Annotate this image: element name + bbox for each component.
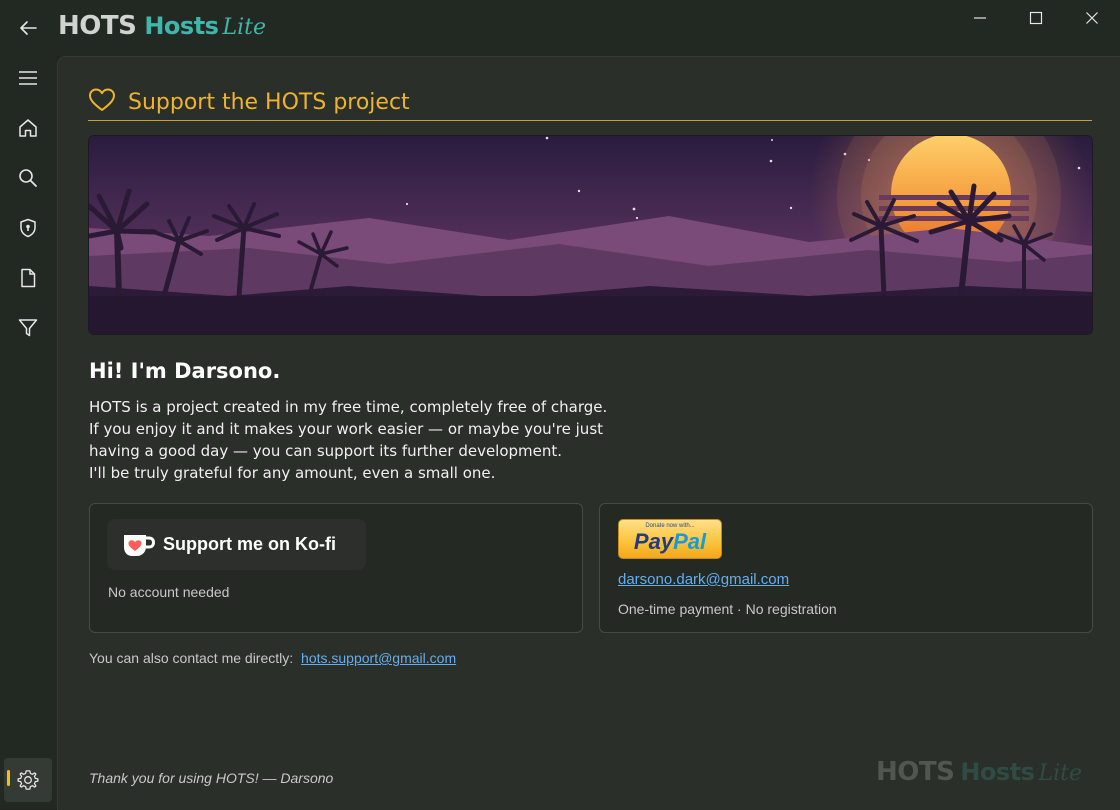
watermark-hosts: Hosts: [960, 758, 1035, 786]
main-content: Support the HOTS project Hi! I'm Darsono…: [57, 56, 1120, 810]
sidebar-menu-toggle[interactable]: [8, 58, 48, 98]
gear-icon: [17, 770, 39, 790]
back-button[interactable]: [14, 14, 42, 42]
close-button[interactable]: [1064, 0, 1120, 36]
watermark-logo: HOTS Hosts Lite: [876, 757, 1082, 787]
brand-hots: HOTS: [58, 11, 137, 41]
title-bar: HOTS Hosts Lite: [0, 0, 1120, 56]
active-indicator: [7, 770, 10, 786]
intro-line: having a good day — you can support its …: [89, 442, 563, 460]
kofi-note: No account needed: [108, 584, 230, 600]
maximize-icon: [1029, 11, 1043, 25]
sunset-illustration: [89, 136, 1092, 334]
shield-icon: [20, 218, 36, 238]
kofi-cup-icon: [124, 534, 155, 556]
app-logo: HOTS Hosts Lite: [58, 11, 266, 45]
intro-line: HOTS is a project created in my free tim…: [89, 398, 608, 416]
kofi-card: Support me on Ko-fi No account needed: [89, 503, 583, 633]
contact-email-link[interactable]: hots.support@gmail.com: [301, 650, 456, 666]
search-icon: [19, 169, 37, 187]
sidebar-item-security[interactable]: [8, 208, 48, 248]
intro-text: HOTS is a project created in my free tim…: [89, 396, 649, 484]
footer-thanks: Thank you for using HOTS! — Darsono: [89, 770, 334, 786]
minimize-icon: [974, 17, 986, 19]
paypal-donate-button[interactable]: Donate now with... PayPal: [618, 519, 722, 559]
sidebar-item-home[interactable]: [8, 108, 48, 148]
greeting-heading: Hi! I'm Darsono.: [89, 359, 281, 383]
banner-image: [88, 135, 1093, 335]
watermark-lite: Lite: [1038, 761, 1082, 786]
paypal-logo-pal: Pal: [673, 529, 707, 554]
paypal-note: One-time payment · No registration: [618, 601, 837, 617]
watermark-hots: HOTS: [876, 757, 955, 787]
intro-line: If you enjoy it and it makes your work e…: [89, 420, 604, 438]
intro-line: I'll be truly grateful for any amount, e…: [89, 464, 496, 482]
sidebar-item-filter[interactable]: [8, 308, 48, 348]
contact-text: You can also contact me directly:: [89, 650, 294, 666]
menu-icon: [19, 71, 37, 85]
sidebar: [0, 56, 57, 809]
brand-hosts: Hosts: [144, 12, 219, 40]
maximize-button[interactable]: [1008, 0, 1064, 36]
page-header: Support the HOTS project: [88, 87, 1092, 121]
paypal-logo: PayPal: [619, 529, 721, 555]
sidebar-item-search[interactable]: [8, 158, 48, 198]
home-icon: [19, 119, 37, 137]
minimize-button[interactable]: [952, 0, 1008, 36]
back-arrow-icon: [20, 21, 37, 35]
close-icon: [1086, 12, 1098, 24]
contact-line: You can also contact me directly: hots.s…: [89, 650, 456, 666]
file-icon: [21, 268, 36, 288]
paypal-card: Donate now with... PayPal darsono.dark@g…: [599, 503, 1093, 633]
paypal-logo-pay: Pay: [633, 529, 674, 554]
sidebar-item-file[interactable]: [8, 258, 48, 298]
brand-lite: Lite: [222, 15, 266, 40]
filter-icon: [18, 319, 38, 337]
sidebar-item-settings[interactable]: [4, 758, 52, 802]
page-title: Support the HOTS project: [128, 90, 410, 115]
kofi-button-label: Support me on Ko-fi: [163, 534, 336, 554]
paypal-email-link[interactable]: darsono.dark@gmail.com: [618, 571, 789, 588]
kofi-button[interactable]: Support me on Ko-fi: [107, 519, 366, 570]
heart-icon: [89, 88, 115, 111]
